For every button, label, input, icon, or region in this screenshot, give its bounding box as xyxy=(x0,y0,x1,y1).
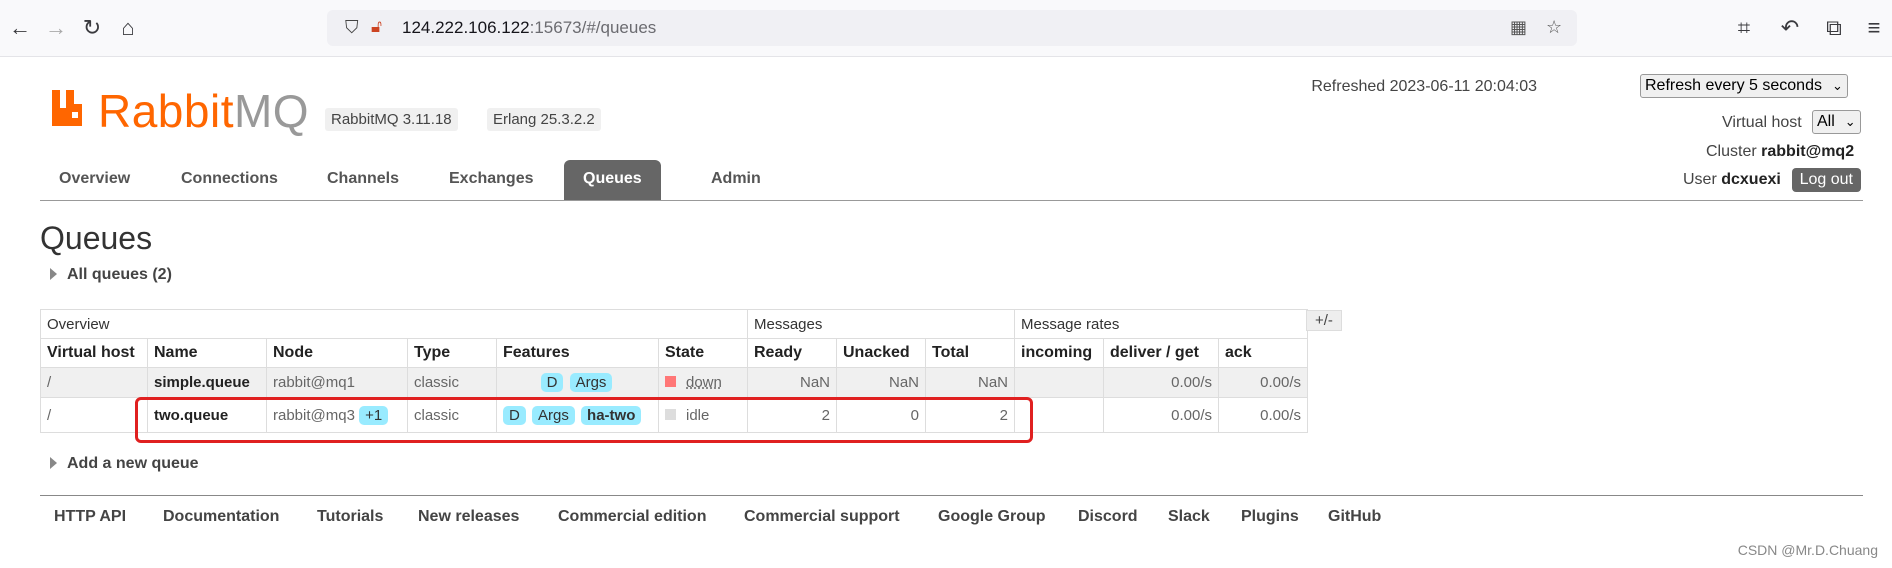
add-queue-toggle[interactable]: Add a new queue xyxy=(50,455,199,473)
page-title: Queues xyxy=(40,220,153,256)
row-ack: 0.00/s xyxy=(1218,397,1308,433)
address-bar[interactable]: ⛉ 🔓︎ 124.222.106.122:15673/#/queues ▦ ☆ xyxy=(327,10,1577,46)
row-total: NaN xyxy=(925,367,1015,398)
qr-code-icon[interactable]: ▦ xyxy=(1510,17,1527,38)
footer-link-commercial-edition[interactable]: Commercial edition xyxy=(558,508,706,526)
rabbitmq-version: RabbitMQ 3.11.18 xyxy=(325,108,458,131)
refresh-interval-select[interactable]: Refresh every 5 seconds ⌄ xyxy=(1640,74,1848,98)
reload-icon[interactable]: ↻ xyxy=(78,14,106,42)
col-virtual-host[interactable]: Virtual host xyxy=(40,338,148,368)
virtual-host-label: Virtual host xyxy=(1722,114,1802,131)
column-toggle-button[interactable]: +/- xyxy=(1306,310,1342,331)
undo-icon[interactable]: ↶ xyxy=(1776,14,1804,42)
refreshed-timestamp: Refreshed 2023-06-11 20:04:03 xyxy=(1311,78,1537,95)
footer-divider xyxy=(40,495,1863,496)
row-features: D Args xyxy=(496,367,659,398)
footer-link-http-api[interactable]: HTTP API xyxy=(54,508,126,526)
watermark: CSDN @Mr.D.Chuang xyxy=(1737,542,1878,558)
logo-text: RabbitMQ xyxy=(98,85,310,137)
col-total[interactable]: Total xyxy=(925,338,1015,368)
row-node: rabbit@mq1 xyxy=(266,367,408,398)
queue-name-link[interactable]: simple.queue xyxy=(147,367,267,398)
row-ack: 0.00/s xyxy=(1218,367,1308,398)
group-rates-header: Message rates xyxy=(1014,309,1308,339)
col-features[interactable]: Features xyxy=(496,338,659,368)
chevron-down-icon: ⌄ xyxy=(1831,78,1843,93)
cluster-info: Cluster rabbit@mq2 xyxy=(1706,143,1855,160)
table-row: / simple.queue rabbit@mq1 classic D Args… xyxy=(40,367,1308,398)
footer-link-commercial-support[interactable]: Commercial support xyxy=(744,508,900,526)
url-text: 124.222.106.122:15673/#/queues xyxy=(402,18,657,37)
col-node[interactable]: Node xyxy=(266,338,408,368)
chevron-down-icon: ⌄ xyxy=(1844,114,1856,129)
footer-link-github[interactable]: GitHub xyxy=(1328,508,1381,526)
tab-overview[interactable]: Overview xyxy=(40,160,149,200)
feature-args-badge: Args xyxy=(569,373,613,392)
row-deliver: 0.00/s xyxy=(1103,367,1219,398)
group-messages-header: Messages xyxy=(747,309,1015,339)
back-arrow-icon[interactable]: ← xyxy=(6,14,34,42)
tab-admin[interactable]: Admin xyxy=(692,160,780,200)
col-unacked[interactable]: Unacked xyxy=(836,338,926,368)
footer-link-google-group[interactable]: Google Group xyxy=(938,508,1046,526)
home-icon[interactable]: ⌂ xyxy=(114,14,142,42)
menu-icon[interactable]: ≡ xyxy=(1860,14,1888,42)
col-ack[interactable]: ack xyxy=(1218,338,1308,368)
rabbit-logo-icon xyxy=(52,90,82,126)
col-ready[interactable]: Ready xyxy=(747,338,837,368)
extensions-icon[interactable]: ⧉ xyxy=(1820,14,1848,42)
row-type: classic xyxy=(407,367,497,398)
star-icon[interactable]: ☆ xyxy=(1546,17,1562,38)
state-down-indicator-icon xyxy=(665,376,676,387)
col-name[interactable]: Name xyxy=(147,338,267,368)
row-vhost: / xyxy=(40,367,148,398)
footer-link-new-releases[interactable]: New releases xyxy=(418,508,519,526)
expand-triangle-icon xyxy=(50,457,57,469)
col-incoming[interactable]: incoming xyxy=(1014,338,1104,368)
all-queues-toggle[interactable]: All queues (2) xyxy=(50,266,172,284)
tab-exchanges[interactable]: Exchanges xyxy=(430,160,552,200)
row-state: down xyxy=(658,367,748,398)
col-state[interactable]: State xyxy=(658,338,748,368)
virtual-host-select[interactable]: All ⌄ xyxy=(1812,110,1861,134)
row-unacked: NaN xyxy=(836,367,926,398)
group-overview-header: Overview xyxy=(40,309,748,339)
row-vhost: / xyxy=(40,397,148,433)
tab-queues[interactable]: Queues xyxy=(564,160,661,200)
footer-link-documentation[interactable]: Documentation xyxy=(163,508,279,526)
tab-channels[interactable]: Channels xyxy=(308,160,418,200)
row-ready: NaN xyxy=(747,367,837,398)
col-type[interactable]: Type xyxy=(407,338,497,368)
shield-icon[interactable]: ⛉ xyxy=(345,17,359,38)
footer-link-tutorials[interactable]: Tutorials xyxy=(317,508,383,526)
forward-arrow-icon[interactable]: → xyxy=(42,14,70,42)
crop-icon[interactable]: ⌗ xyxy=(1730,14,1758,42)
row-deliver: 0.00/s xyxy=(1103,397,1219,433)
feature-durable-badge: D xyxy=(540,373,564,392)
expand-triangle-icon xyxy=(50,268,57,280)
footer-link-slack[interactable]: Slack xyxy=(1168,508,1210,526)
col-deliver-get[interactable]: deliver / get xyxy=(1103,338,1219,368)
footer-link-discord[interactable]: Discord xyxy=(1078,508,1138,526)
insecure-lock-icon[interactable]: 🔓︎ xyxy=(371,17,382,37)
main-tabs: Overview Connections Channels Exchanges … xyxy=(40,160,1863,201)
row-incoming xyxy=(1014,367,1104,398)
footer-link-plugins[interactable]: Plugins xyxy=(1241,508,1299,526)
tab-connections[interactable]: Connections xyxy=(162,160,297,200)
browser-toolbar: ← → ↻ ⌂ ⛉ 🔓︎ 124.222.106.122:15673/#/que… xyxy=(0,0,1892,57)
annotation-highlight-box xyxy=(135,397,1033,443)
erlang-version: Erlang 25.3.2.2 xyxy=(487,108,601,131)
